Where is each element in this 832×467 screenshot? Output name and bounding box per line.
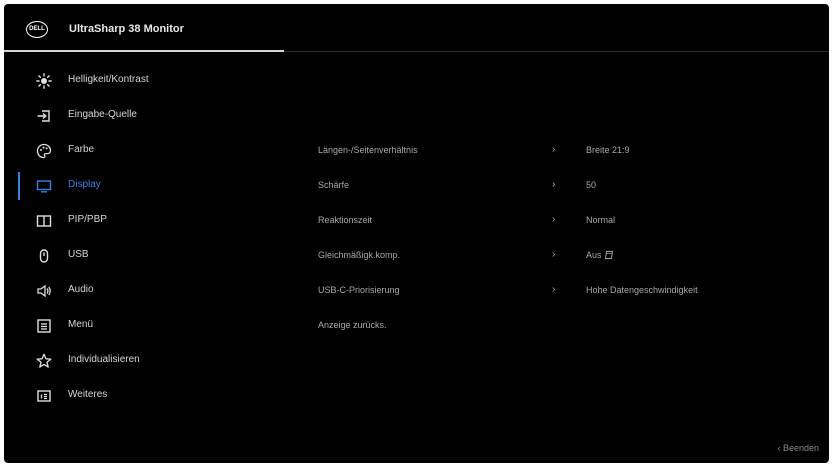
palette-icon <box>36 143 52 159</box>
usb-icon <box>36 248 52 264</box>
setting-value-wrapper: Aus <box>586 250 614 260</box>
setting-row-response-time[interactable]: Reaktionszeit › Normal <box>304 204 824 238</box>
dell-logo: DELL <box>26 21 48 38</box>
monitor-osd-menu: DELL UltraSharp 38 Monitor Helligkeit/Ko… <box>4 4 829 463</box>
info-icon <box>36 388 52 404</box>
sidebar-item-label: Menü <box>68 319 94 330</box>
setting-label: Reaktionszeit <box>318 215 373 225</box>
speaker-icon <box>36 283 52 299</box>
sidebar-item-label: Eingabe-Quelle <box>68 109 137 120</box>
setting-value: Hohe Datengeschwindigkeit <box>586 285 698 295</box>
uniformity-icon <box>604 250 614 260</box>
sidebar-item-audio[interactable]: Audio <box>4 274 284 308</box>
sidebar-item-label: Individualisieren <box>68 354 140 365</box>
setting-label: Anzeige zurücks. <box>318 320 387 330</box>
osd-title: UltraSharp 38 Monitor <box>69 23 184 35</box>
header-divider-highlight <box>4 50 284 52</box>
sidebar-item-label: USB <box>68 249 89 260</box>
osd-header: DELL UltraSharp 38 Monitor <box>4 4 829 52</box>
sidebar-item-label: PIP/PBP <box>68 214 107 225</box>
menu-icon <box>36 318 52 334</box>
setting-label: Gleichmäßigk.komp. <box>318 250 401 260</box>
setting-label: USB-C-Priorisierung <box>318 285 400 295</box>
chevron-right-icon: › <box>552 179 556 190</box>
setting-row-sharpness[interactable]: Schärfe › 50 <box>304 169 824 203</box>
sidebar-item-label: Farbe <box>68 144 95 155</box>
sidebar-item-color[interactable]: Farbe <box>4 134 284 168</box>
setting-value: 50 <box>586 180 597 190</box>
setting-row-display-reset[interactable]: Anzeige zurücks. <box>304 309 824 343</box>
sidebar-item-label: Weiteres <box>68 389 108 400</box>
exit-button[interactable]: ‹ Beenden <box>777 443 819 453</box>
chevron-right-icon: › <box>552 214 556 225</box>
setting-row-aspect-ratio[interactable]: Längen-/Seitenverhältnis › Breite 21:9 <box>304 134 824 168</box>
setting-value: Breite 21:9 <box>586 145 630 155</box>
sidebar-item-pip-pbp[interactable]: PIP/PBP <box>4 204 284 238</box>
setting-label: Schärfe <box>318 180 350 190</box>
input-source-icon <box>36 108 52 124</box>
sidebar-item-label: Audio <box>68 284 94 295</box>
sidebar-item-label: Display <box>68 179 101 190</box>
active-indicator <box>18 172 20 200</box>
pip-pbp-icon <box>36 213 52 229</box>
chevron-right-icon: › <box>552 249 556 260</box>
sidebar-item-usb[interactable]: USB <box>4 239 284 273</box>
setting-value: Aus <box>586 250 602 260</box>
sidebar-item-label: Helligkeit/Kontrast <box>68 74 149 85</box>
sidebar-item-input-source[interactable]: Eingabe-Quelle <box>4 99 284 133</box>
setting-row-uniformity-comp[interactable]: Gleichmäßigk.komp. › Aus <box>304 239 824 273</box>
display-icon <box>36 178 52 194</box>
sidebar-item-display[interactable]: Display <box>4 169 284 203</box>
sidebar-item-brightness-contrast[interactable]: Helligkeit/Kontrast <box>4 64 284 98</box>
star-icon <box>36 353 52 369</box>
setting-row-usb-c-priority[interactable]: USB-C-Priorisierung › Hohe Datengeschwin… <box>304 274 824 308</box>
setting-label: Längen-/Seitenverhältnis <box>318 145 418 155</box>
chevron-right-icon: › <box>552 144 556 155</box>
chevron-right-icon: › <box>552 284 556 295</box>
sidebar-item-others[interactable]: Weiteres <box>4 379 284 413</box>
brightness-icon <box>36 73 52 89</box>
sidebar-item-menu[interactable]: Menü <box>4 309 284 343</box>
setting-value: Normal <box>586 215 616 225</box>
sidebar-item-personalize[interactable]: Individualisieren <box>4 344 284 378</box>
